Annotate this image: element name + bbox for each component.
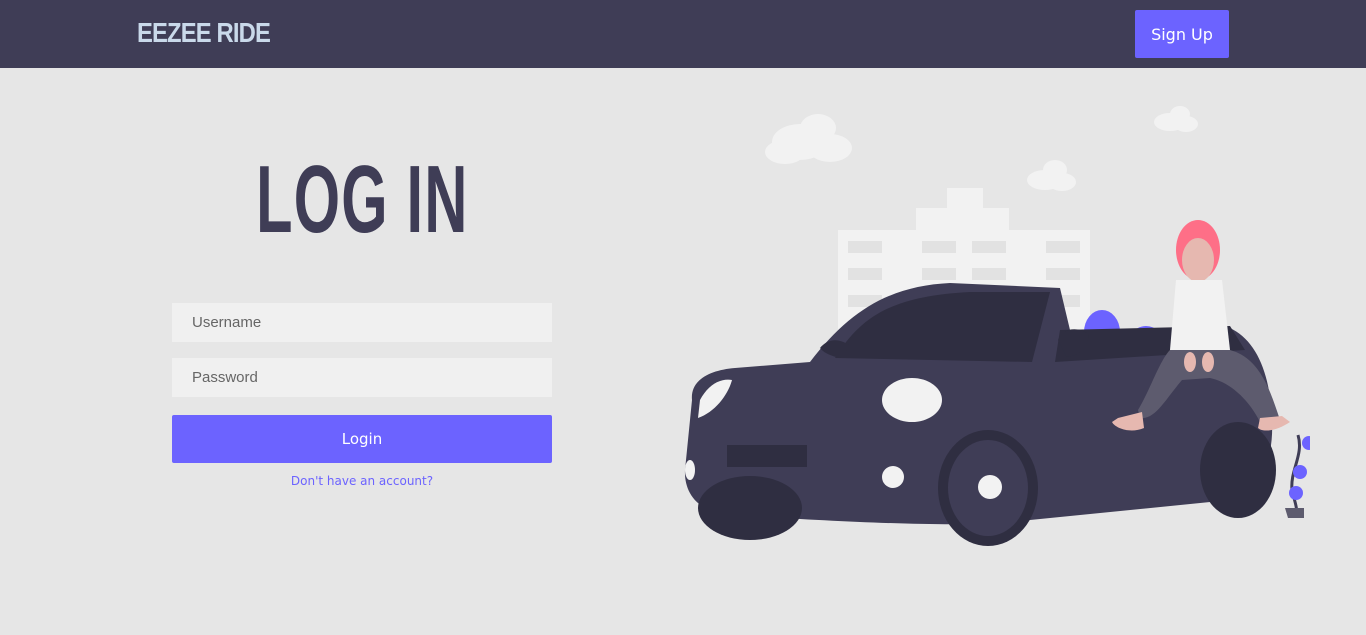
username-input[interactable] (172, 303, 552, 342)
page-title-text: LOG IN (255, 146, 469, 253)
navbar: EEZEE RIDE Sign Up (0, 0, 1366, 68)
brand-logo[interactable]: EEZEE RIDE (137, 16, 271, 50)
car-illustration (684, 106, 1310, 546)
cloud-icon (1027, 160, 1076, 191)
page-title: LOG IN (172, 150, 552, 250)
signup-link[interactable]: Don't have an account? (172, 474, 552, 488)
login-button[interactable]: Login (172, 415, 552, 463)
cloud-icon (1154, 106, 1198, 132)
plant-icon (1285, 434, 1310, 518)
password-input[interactable] (172, 358, 552, 397)
cloud-icon (765, 114, 852, 164)
sign-up-button[interactable]: Sign Up (1135, 10, 1229, 58)
